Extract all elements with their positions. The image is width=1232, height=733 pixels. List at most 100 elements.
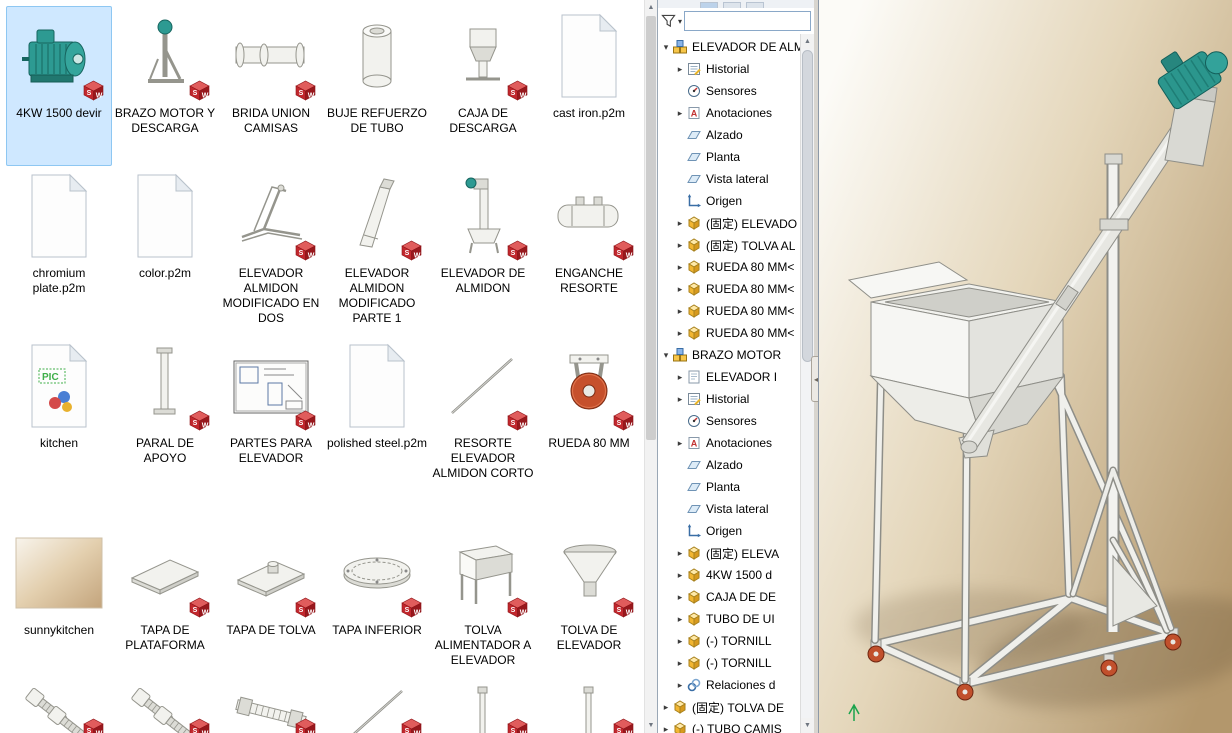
pin-thumbnail: S W [436, 681, 530, 733]
expand-arrow-icon[interactable]: ▸ [674, 64, 686, 75]
expand-arrow-icon[interactable]: ▸ [660, 702, 672, 713]
tree-item[interactable]: ▸4KW 1500 d [658, 564, 800, 586]
tree-item[interactable]: Origen [658, 190, 800, 212]
tree-item[interactable]: ▸(固定) TOLVA AL [658, 234, 800, 256]
file-item[interactable]: PIC kitchen [6, 336, 112, 523]
expand-arrow-icon[interactable]: ▸ [674, 394, 686, 405]
tree-item[interactable]: ▸(固定) ELEVA [658, 542, 800, 564]
filter-funnel-icon[interactable] [661, 14, 676, 28]
tree-item[interactable]: ▸TUBO DE UI [658, 608, 800, 630]
tree-item[interactable]: ▸(-) TORNILL [658, 630, 800, 652]
file-item[interactable]: S WCAJA DE DESCARGA [430, 6, 536, 166]
file-item[interactable]: chromium plate.p2m [6, 166, 112, 336]
tree-item[interactable]: Vista lateral [658, 498, 800, 520]
file-item[interactable]: S WENGANCHE RESORTE [536, 166, 642, 336]
tree-scroll-up-arrow-icon[interactable]: ▲ [801, 34, 814, 49]
file-item[interactable]: polished steel.p2m [324, 336, 430, 523]
tree-item[interactable]: ▸RUEDA 80 MM< [658, 256, 800, 278]
expand-arrow-icon[interactable]: ▸ [674, 284, 686, 295]
file-item[interactable]: S W [112, 678, 218, 733]
tree-item[interactable]: Origen [658, 520, 800, 542]
tree-item[interactable]: ▸RUEDA 80 MM< [658, 278, 800, 300]
scroll-down-arrow-icon[interactable]: ▼ [645, 718, 657, 733]
file-item[interactable]: BUJE REFUERZO DE TUBO [324, 6, 430, 166]
tree-item[interactable]: Sensores [658, 410, 800, 432]
file-item[interactable]: S WBRIDA UNION CAMISAS [218, 6, 324, 166]
file-item[interactable]: S WELEVADOR DE ALMIDON [430, 166, 536, 336]
file-item[interactable]: S WTAPA INFERIOR [324, 523, 430, 678]
expand-arrow-icon[interactable]: ▸ [674, 306, 686, 317]
file-item[interactable]: S W [6, 678, 112, 733]
expand-arrow-icon[interactable]: ▸ [674, 328, 686, 339]
file-item[interactable]: color.p2m [112, 166, 218, 336]
filter-dropdown-caret-icon[interactable]: ▾ [678, 17, 682, 26]
file-browser-scrollbar[interactable]: ▲ ▼ [644, 0, 657, 733]
scroll-up-arrow-icon[interactable]: ▲ [645, 0, 657, 15]
file-item[interactable]: S WTOLVA ALIMENTADOR A ELEVADOR [430, 523, 536, 678]
file-item[interactable]: S W [218, 678, 324, 733]
tree-item[interactable]: Planta [658, 476, 800, 498]
tree-item[interactable]: ▸(-) TORNILL [658, 652, 800, 674]
tree-item[interactable]: Alzado [658, 454, 800, 476]
expand-arrow-icon[interactable]: ▸ [660, 724, 672, 733]
tree-item[interactable]: ▸Historial [658, 388, 800, 410]
expand-arrow-icon[interactable]: ▸ [674, 548, 686, 559]
expand-arrow-icon[interactable]: ▸ [674, 262, 686, 273]
tree-item[interactable]: Alzado [658, 124, 800, 146]
file-item[interactable]: S WPARTES PARA ELEVADOR [218, 336, 324, 523]
file-item[interactable]: S W4KW 1500 devir [6, 6, 112, 166]
tree-item[interactable]: ▸ELEVADOR I [658, 366, 800, 388]
file-item[interactable]: S WTAPA DE TOLVA [218, 523, 324, 678]
file-item[interactable]: cast iron.p2m [536, 6, 642, 166]
tree-item[interactable]: ▸(固定) ELEVADO [658, 212, 800, 234]
file-item[interactable]: S W [430, 678, 536, 733]
expand-arrow-icon[interactable]: ▸ [674, 438, 686, 449]
tree-item[interactable]: ▾BRAZO MOTOR [658, 344, 800, 366]
expand-arrow-icon[interactable]: ▸ [674, 680, 686, 691]
tree-item[interactable]: Planta [658, 146, 800, 168]
3d-viewport[interactable] [818, 0, 1232, 733]
file-item[interactable]: S WPARAL DE APOYO [112, 336, 218, 523]
tree-item[interactable]: ▸AAnotaciones [658, 102, 800, 124]
expand-arrow-icon[interactable]: ▸ [674, 108, 686, 119]
expand-arrow-icon[interactable]: ▸ [674, 218, 686, 229]
tree-item[interactable]: ▸(固定) TOLVA DE [658, 696, 800, 718]
tree-item[interactable]: ▸Historial [658, 58, 800, 80]
solidworks-badge-icon: S W [294, 410, 317, 431]
file-item[interactable]: S WTOLVA DE ELEVADOR [536, 523, 642, 678]
expand-arrow-icon[interactable]: ▸ [674, 614, 686, 625]
tree-item[interactable]: ▸AAnotaciones [658, 432, 800, 454]
tree-filter-input[interactable] [684, 11, 811, 31]
expand-arrow-icon[interactable]: ▸ [674, 592, 686, 603]
file-item[interactable]: S WRUEDA 80 MM [536, 336, 642, 523]
file-item[interactable]: sunnykitchen [6, 523, 112, 678]
file-item-label: TAPA DE TOLVA [226, 623, 315, 638]
tree-item[interactable]: Vista lateral [658, 168, 800, 190]
expand-arrow-icon[interactable]: ▸ [674, 570, 686, 581]
tree-item[interactable]: ▸CAJA DE DE [658, 586, 800, 608]
file-row: sunnykitchen S WTAPA DE PLATAFORMA S WTA… [6, 523, 644, 678]
tree-item[interactable]: ▸Relaciones d [658, 674, 800, 696]
plane-icon [686, 479, 703, 495]
tree-scrollbar-thumb[interactable] [802, 50, 813, 362]
tree-item[interactable]: ▸(-) TUBO CAMIS [658, 718, 800, 733]
tree-item[interactable]: ▾ELEVADOR DE ALMI [658, 36, 800, 58]
file-item[interactable]: S W [536, 678, 642, 733]
expand-arrow-icon[interactable]: ▸ [674, 658, 686, 669]
expand-arrow-icon[interactable]: ▸ [674, 240, 686, 251]
scrollbar-thumb[interactable] [646, 16, 656, 440]
expand-arrow-icon[interactable]: ▸ [674, 636, 686, 647]
collapse-arrow-icon[interactable]: ▾ [660, 350, 672, 361]
file-item[interactable]: S W [324, 678, 430, 733]
file-item[interactable]: S WBRAZO MOTOR Y DESCARGA [112, 6, 218, 166]
file-item[interactable]: S WELEVADOR ALMIDON MODIFICADO EN DOS [218, 166, 324, 336]
collapse-arrow-icon[interactable]: ▾ [660, 42, 672, 53]
tree-item[interactable]: ▸RUEDA 80 MM< [658, 322, 800, 344]
file-item[interactable]: S WRESORTE ELEVADOR ALMIDON CORTO [430, 336, 536, 523]
expand-arrow-icon[interactable]: ▸ [674, 372, 686, 383]
tree-item[interactable]: ▸RUEDA 80 MM< [658, 300, 800, 322]
tree-item[interactable]: Sensores [658, 80, 800, 102]
file-item[interactable]: S WELEVADOR ALMIDON MODIFICADO PARTE 1 [324, 166, 430, 336]
file-item[interactable]: S WTAPA DE PLATAFORMA [112, 523, 218, 678]
tree-scroll-down-arrow-icon[interactable]: ▼ [801, 718, 814, 733]
